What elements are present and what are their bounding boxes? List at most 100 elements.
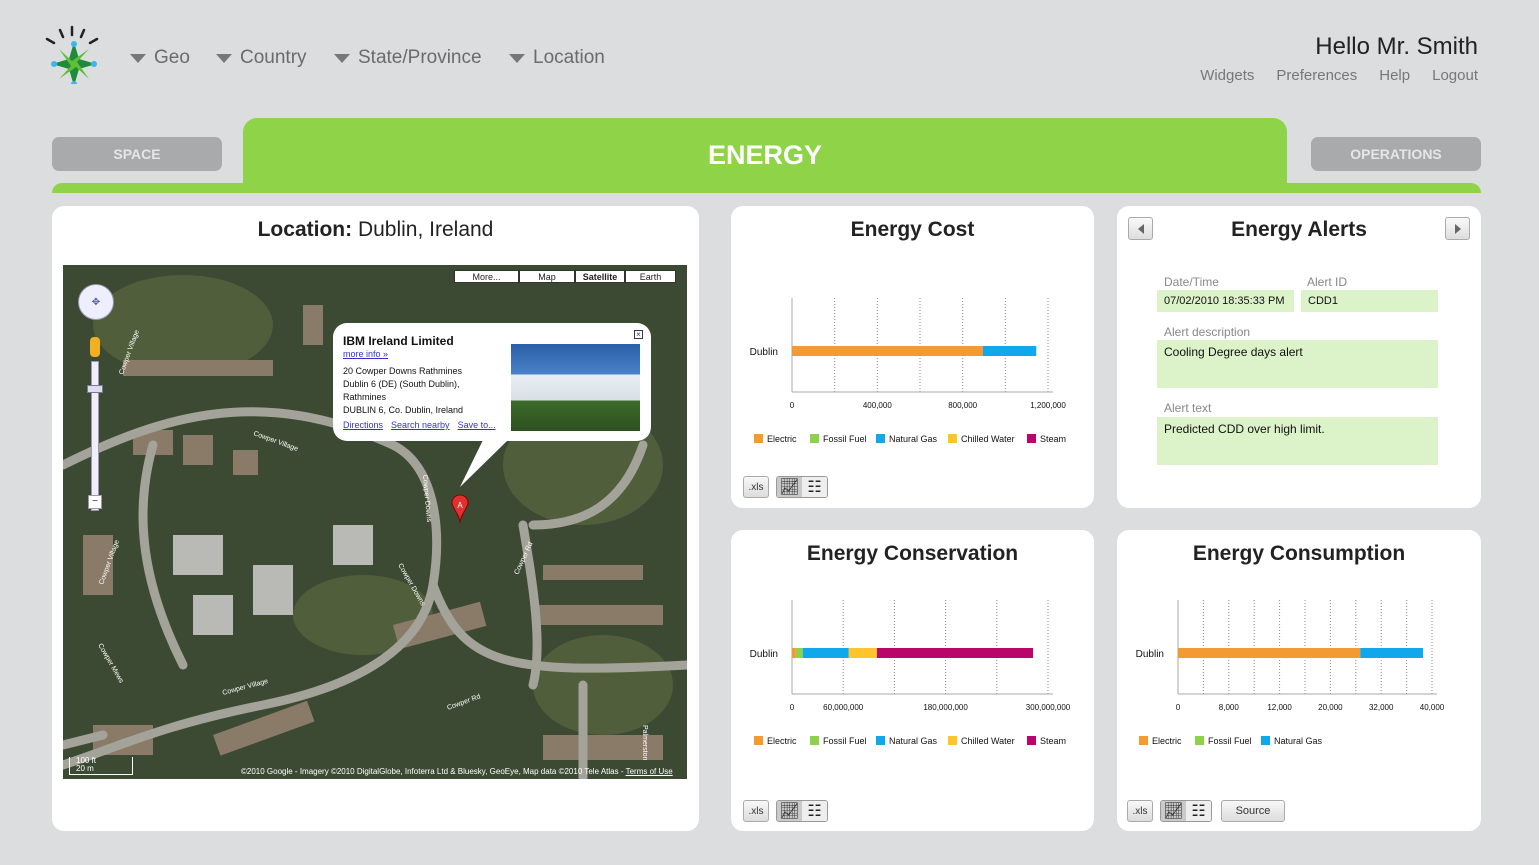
map-scale: 100 ft 20 m [69,757,133,775]
nav-geo-dropdown[interactable]: Geo [130,47,190,69]
caret-down-icon [334,53,350,63]
tick-label: 32,000 [1369,703,1394,712]
map-pan-control[interactable]: ✥ [78,284,114,320]
caret-down-icon [509,53,525,63]
nav-label: Country [240,47,307,68]
bar-segment-steam [876,648,1034,658]
close-icon[interactable]: × [634,330,643,339]
preferences-link[interactable]: Preferences [1276,67,1357,84]
nav-state-dropdown[interactable]: State/Province [334,47,482,69]
nav-label: State/Province [358,47,482,68]
tick-label: 400,000 [863,401,892,410]
nav-country-dropdown[interactable]: Country [216,47,307,69]
datetime-value: 07/02/2010 18:35:33 PM [1157,290,1294,312]
legend-swatch [948,434,957,443]
legend-label: Chilled Water [961,434,1015,444]
attribution-text: ©2010 Google - Imagery ©2010 DigitalGlob… [241,767,624,776]
map-type-map[interactable]: Map [519,270,575,283]
legend-label: Steam [1040,736,1066,746]
next-alert-button[interactable] [1445,217,1470,240]
chart-view-icon[interactable]: 📈︎ [777,801,802,821]
table-view-icon[interactable]: ☷ [802,477,827,497]
nav-location-dropdown[interactable]: Location [509,47,605,69]
search-nearby-link[interactable]: Search nearby [391,420,450,430]
chart-view-icon[interactable]: 📈︎ [1161,801,1186,821]
map-info-window: IBM Ireland Limited more info » 20 Cowpe… [333,323,651,441]
street-view-pegman-icon[interactable] [90,337,100,357]
legend-swatch [1261,736,1270,745]
save-to-link[interactable]: Save to... [458,420,496,430]
widgets-link[interactable]: Widgets [1200,67,1254,84]
caret-down-icon [130,53,146,63]
popup-address: 20 Cowper Downs Rathmines Dublin 6 (DE) … [343,365,463,417]
energy-cost-chart: Dublin 0 400,000 800,000 1,200,000 Electric Fo… [750,298,1066,444]
logo-icon [45,25,99,87]
address-line: Dublin 6 (DE) (South Dublin), [343,379,460,389]
tick-label: 60,000,000 [823,703,864,712]
zoom-slider-handle[interactable] [87,385,103,393]
zoom-slider[interactable] [91,361,99,511]
map-type-earth[interactable]: Earth [625,270,676,283]
export-xls-button[interactable]: .xls [743,800,769,822]
legend-label: Fossil Fuel [823,736,867,746]
chart-view-icon[interactable]: 📈︎ [777,477,802,497]
legend-label: Electric [767,736,797,746]
view-toggle: 📈︎ ☷ [776,476,828,498]
tick-label: 8,000 [1219,703,1240,712]
logo[interactable] [42,24,102,87]
tab-space[interactable]: SPACE [52,137,222,171]
location-label: Location: [257,218,353,241]
export-xls-button[interactable]: .xls [743,476,769,498]
bar-segment-electric [1178,648,1361,658]
bar-segment-chilled-water [848,648,877,658]
tick-label: 1,200,000 [1030,401,1066,410]
legend-label: Steam [1040,434,1066,444]
bar-segment-electric [792,648,796,658]
legend-swatch [1027,736,1036,745]
location-value: Dublin, Ireland [357,218,494,241]
bar-segment-natural-gas [1360,648,1424,658]
bar-segment-electric [792,346,983,356]
scale-m: 20 m [76,764,94,773]
legend-swatch [1195,736,1204,745]
zoom-out-button[interactable]: − [88,495,102,509]
nav-label: Geo [154,47,190,68]
address-line: DUBLIN 6, Co. Dublin, Ireland [343,405,464,415]
legend-swatch [876,434,885,443]
source-button[interactable]: Source [1221,800,1285,822]
energy-consumption-chart: Dublin 0 8,000 12,000 20,000 32,000 40,000 Elec… [1136,600,1445,746]
tab-operations[interactable]: OPERATIONS [1311,137,1481,171]
tick-label: 800,000 [948,401,977,410]
view-toggle: 📈︎ ☷ [1160,800,1212,822]
building-photo [511,344,640,431]
export-xls-button[interactable]: .xls [1127,800,1153,822]
tick-label: 0 [790,703,795,712]
description-value: Cooling Degree days alert [1157,340,1438,388]
table-view-icon[interactable]: ☷ [802,801,827,821]
greeting: Hello Mr. Smith [1315,33,1478,60]
alert-text-label: Alert text [1164,401,1212,415]
terms-link[interactable]: Terms of Use [626,767,673,776]
directions-link[interactable]: Directions [343,420,383,430]
tab-energy[interactable]: ENERGY [243,118,1287,193]
location-panel: Location: Dublin, Ireland Cowper Village… [52,206,699,831]
satellite-map[interactable]: Cowper Village Cowper Village Cowper Dow… [63,265,687,779]
legend-label: Fossil Fuel [1208,736,1252,746]
more-info-link[interactable]: more info » [343,349,388,359]
help-link[interactable]: Help [1379,67,1410,84]
table-view-icon[interactable]: ☷ [1186,801,1211,821]
map-attribution: ©2010 Google - Imagery ©2010 DigitalGlob… [241,767,673,776]
energy-conservation-panel: Energy Conservation Dublin 0 60,000,000 180… [731,530,1094,831]
map-type-satellite[interactable]: Satellite [575,270,625,283]
nav-label: Location [533,47,605,68]
legend-swatch [876,736,885,745]
category-label: Dublin [1136,649,1164,660]
map-type-more[interactable]: More... [454,270,519,283]
logout-link[interactable]: Logout [1432,67,1478,84]
category-label: Dublin [750,347,778,358]
legend-swatch [754,434,763,443]
legend-swatch [754,736,763,745]
legend-label: Natural Gas [1274,736,1323,746]
energy-consumption-panel: Energy Consumption Dublin 0 8,000 12,000 20,… [1117,530,1481,831]
description-label: Alert description [1164,325,1251,339]
